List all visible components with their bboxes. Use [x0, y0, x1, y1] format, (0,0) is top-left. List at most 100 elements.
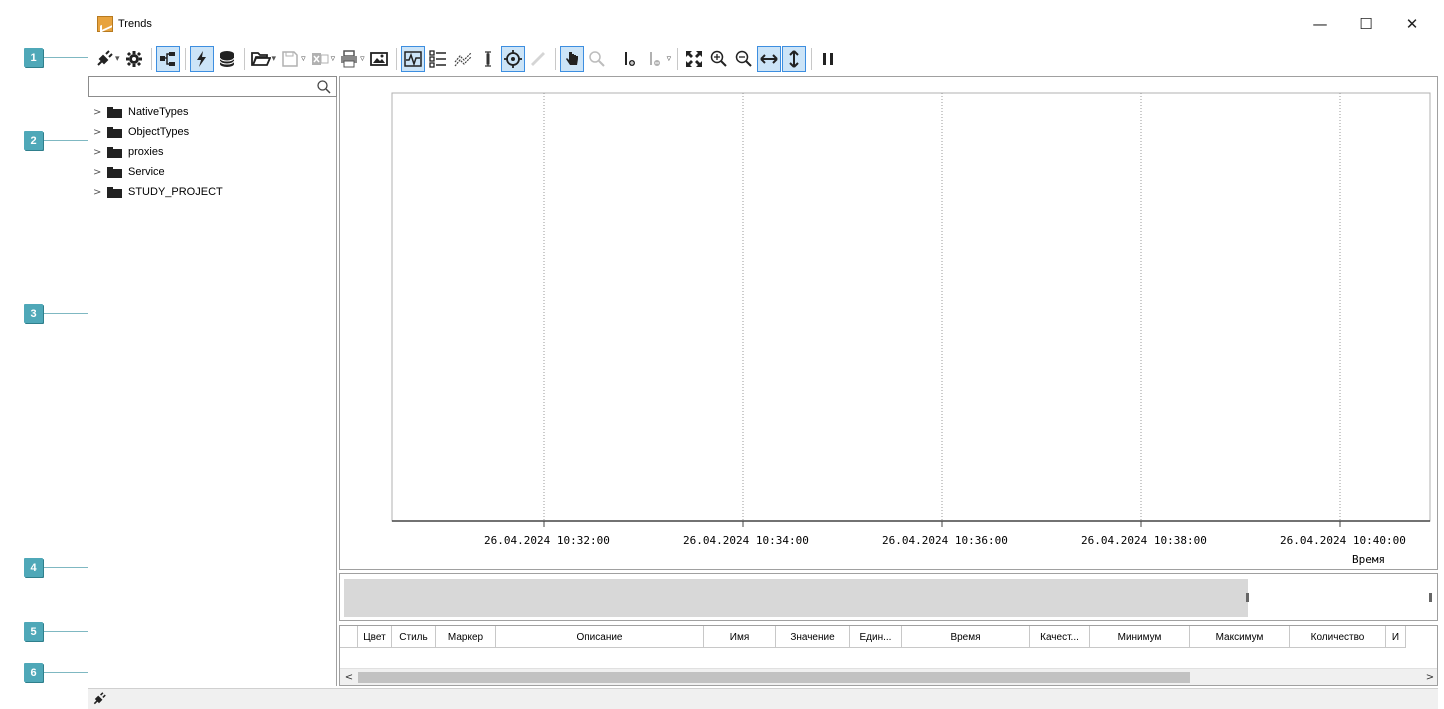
database-icon[interactable] [215, 46, 239, 72]
callout-1: 1 [24, 48, 43, 67]
column-header[interactable]: Количество [1290, 626, 1386, 648]
tree-item-label: ObjectTypes [128, 126, 190, 138]
chevron-right-icon[interactable]: > [93, 127, 107, 138]
window-title: Trends [118, 18, 152, 30]
trends-app-icon [97, 16, 113, 32]
realtime-lightning-icon[interactable] [189, 46, 214, 72]
column-header[interactable]: Един... [850, 626, 902, 648]
tree-item-label: STUDY_PROJECT [128, 186, 223, 198]
tree-view-icon[interactable] [155, 46, 180, 72]
column-header[interactable]: Стиль [392, 626, 436, 648]
folder-icon [107, 146, 122, 158]
column-header[interactable]: Маркер [436, 626, 496, 648]
maximize-button[interactable]: ☐ [1350, 12, 1382, 36]
title-bar: Trends — ☐ ✕ [88, 8, 1438, 40]
markers-chart-icon[interactable] [451, 46, 475, 72]
x-tick-label: 26.04.2024 10:40:00 [1280, 534, 1406, 547]
excel-export-icon[interactable] [308, 46, 332, 72]
trend-panel-icon[interactable] [400, 46, 425, 72]
callout-1-line [43, 57, 93, 58]
zoom-in-icon[interactable] [707, 46, 731, 72]
folder-icon [107, 126, 122, 138]
chevron-right-icon[interactable]: > [93, 187, 107, 198]
callout-6-line [43, 672, 93, 673]
callout-6: 6 [24, 663, 43, 682]
column-header[interactable]: Максимум [1190, 626, 1290, 648]
time-range-thumb[interactable] [344, 579, 1248, 617]
main-toolbar: ▾ ▾ ▿ ▿ ▿ ▿ [88, 42, 1438, 76]
remove-marker-icon[interactable] [644, 46, 668, 72]
search-input[interactable] [89, 77, 309, 96]
column-header[interactable]: Качест... [1030, 626, 1090, 648]
toolbar-separator [184, 48, 186, 70]
print-icon[interactable] [337, 46, 361, 72]
folder-icon [107, 186, 122, 198]
search-box [88, 76, 337, 97]
column-header[interactable]: Имя [704, 626, 776, 648]
callout-4: 4 [24, 558, 43, 577]
ruler-measure-icon[interactable] [526, 46, 550, 72]
minimize-button[interactable]: — [1304, 12, 1336, 36]
tree-item-label: Service [128, 166, 165, 178]
toolbar-separator [614, 48, 615, 70]
time-range-scroller[interactable] [339, 573, 1438, 621]
chevron-right-icon[interactable]: > [93, 147, 107, 158]
horizontal-scrollbar[interactable]: < > [340, 668, 1437, 685]
trend-chart[interactable]: 26.04.2024 10:32:00 26.04.2024 10:34:00 26… [339, 76, 1438, 570]
legend-table-header: Цвет Стиль Маркер Описание Имя Значение … [340, 626, 1406, 648]
callout-2: 2 [24, 131, 43, 150]
horizontal-scale-icon[interactable] [757, 46, 782, 72]
chevron-right-icon[interactable]: > [93, 107, 107, 118]
column-header[interactable]: Время [902, 626, 1030, 648]
column-header[interactable]: Описание [496, 626, 704, 648]
vertical-scale-icon[interactable] [782, 46, 807, 72]
range-handle-right[interactable] [1429, 593, 1432, 602]
callout-2-line [43, 140, 93, 141]
x-tick-label: 26.04.2024 10:36:00 [882, 534, 1008, 547]
hand-pointer-icon[interactable] [559, 46, 584, 72]
zoom-out-icon[interactable] [732, 46, 756, 72]
add-marker-icon[interactable] [619, 46, 643, 72]
fit-expand-icon[interactable] [682, 46, 706, 72]
tree-item-objecttypes[interactable]: > ObjectTypes [88, 122, 337, 142]
trend-chart-svg [391, 92, 1431, 527]
open-folder-icon[interactable] [249, 46, 273, 72]
scroll-left-arrow[interactable]: < [342, 670, 356, 684]
tree-item-proxies[interactable]: > proxies [88, 142, 337, 162]
tree-item-nativetypes[interactable]: > NativeTypes [88, 102, 337, 122]
chevron-right-icon[interactable]: > [93, 167, 107, 178]
range-handle-left[interactable] [1246, 593, 1249, 602]
search-icon[interactable] [316, 79, 332, 95]
status-bar [88, 688, 1438, 709]
save-icon[interactable] [278, 46, 302, 72]
object-tree: > NativeTypes > ObjectTypes > proxies > … [88, 102, 337, 202]
legend-list-icon[interactable] [426, 46, 450, 72]
scroll-thumb[interactable] [358, 672, 1190, 683]
settings-gear-icon[interactable] [122, 46, 146, 72]
toolbar-separator [395, 48, 397, 70]
x-tick-label: 26.04.2024 10:32:00 [484, 534, 610, 547]
vertical-cursor-icon[interactable] [476, 46, 500, 72]
callout-5: 5 [24, 622, 43, 641]
x-tick-label: 26.04.2024 10:34:00 [683, 534, 809, 547]
callout-3: 3 [24, 304, 43, 323]
toolbar-separator [554, 48, 556, 70]
tree-item-label: proxies [128, 146, 164, 158]
column-header[interactable]: Цвет [358, 626, 392, 648]
scroll-right-arrow[interactable]: > [1423, 670, 1437, 684]
folder-icon [107, 166, 122, 178]
tree-item-service[interactable]: > Service [88, 162, 337, 182]
image-export-icon[interactable] [367, 46, 391, 72]
column-header[interactable]: И [1386, 626, 1406, 648]
toolbar-separator [811, 48, 813, 70]
column-header[interactable]: Минимум [1090, 626, 1190, 648]
column-header[interactable]: Значение [776, 626, 850, 648]
magnifier-icon[interactable] [585, 46, 609, 72]
tree-item-study-project[interactable]: > STUDY_PROJECT [88, 182, 337, 202]
toolbar-separator [150, 48, 152, 70]
pause-icon[interactable] [816, 46, 840, 72]
connect-plug-icon[interactable] [92, 46, 116, 72]
close-button[interactable]: ✕ [1396, 12, 1428, 36]
crosshair-target-icon[interactable] [500, 46, 525, 72]
column-header[interactable] [340, 626, 358, 648]
